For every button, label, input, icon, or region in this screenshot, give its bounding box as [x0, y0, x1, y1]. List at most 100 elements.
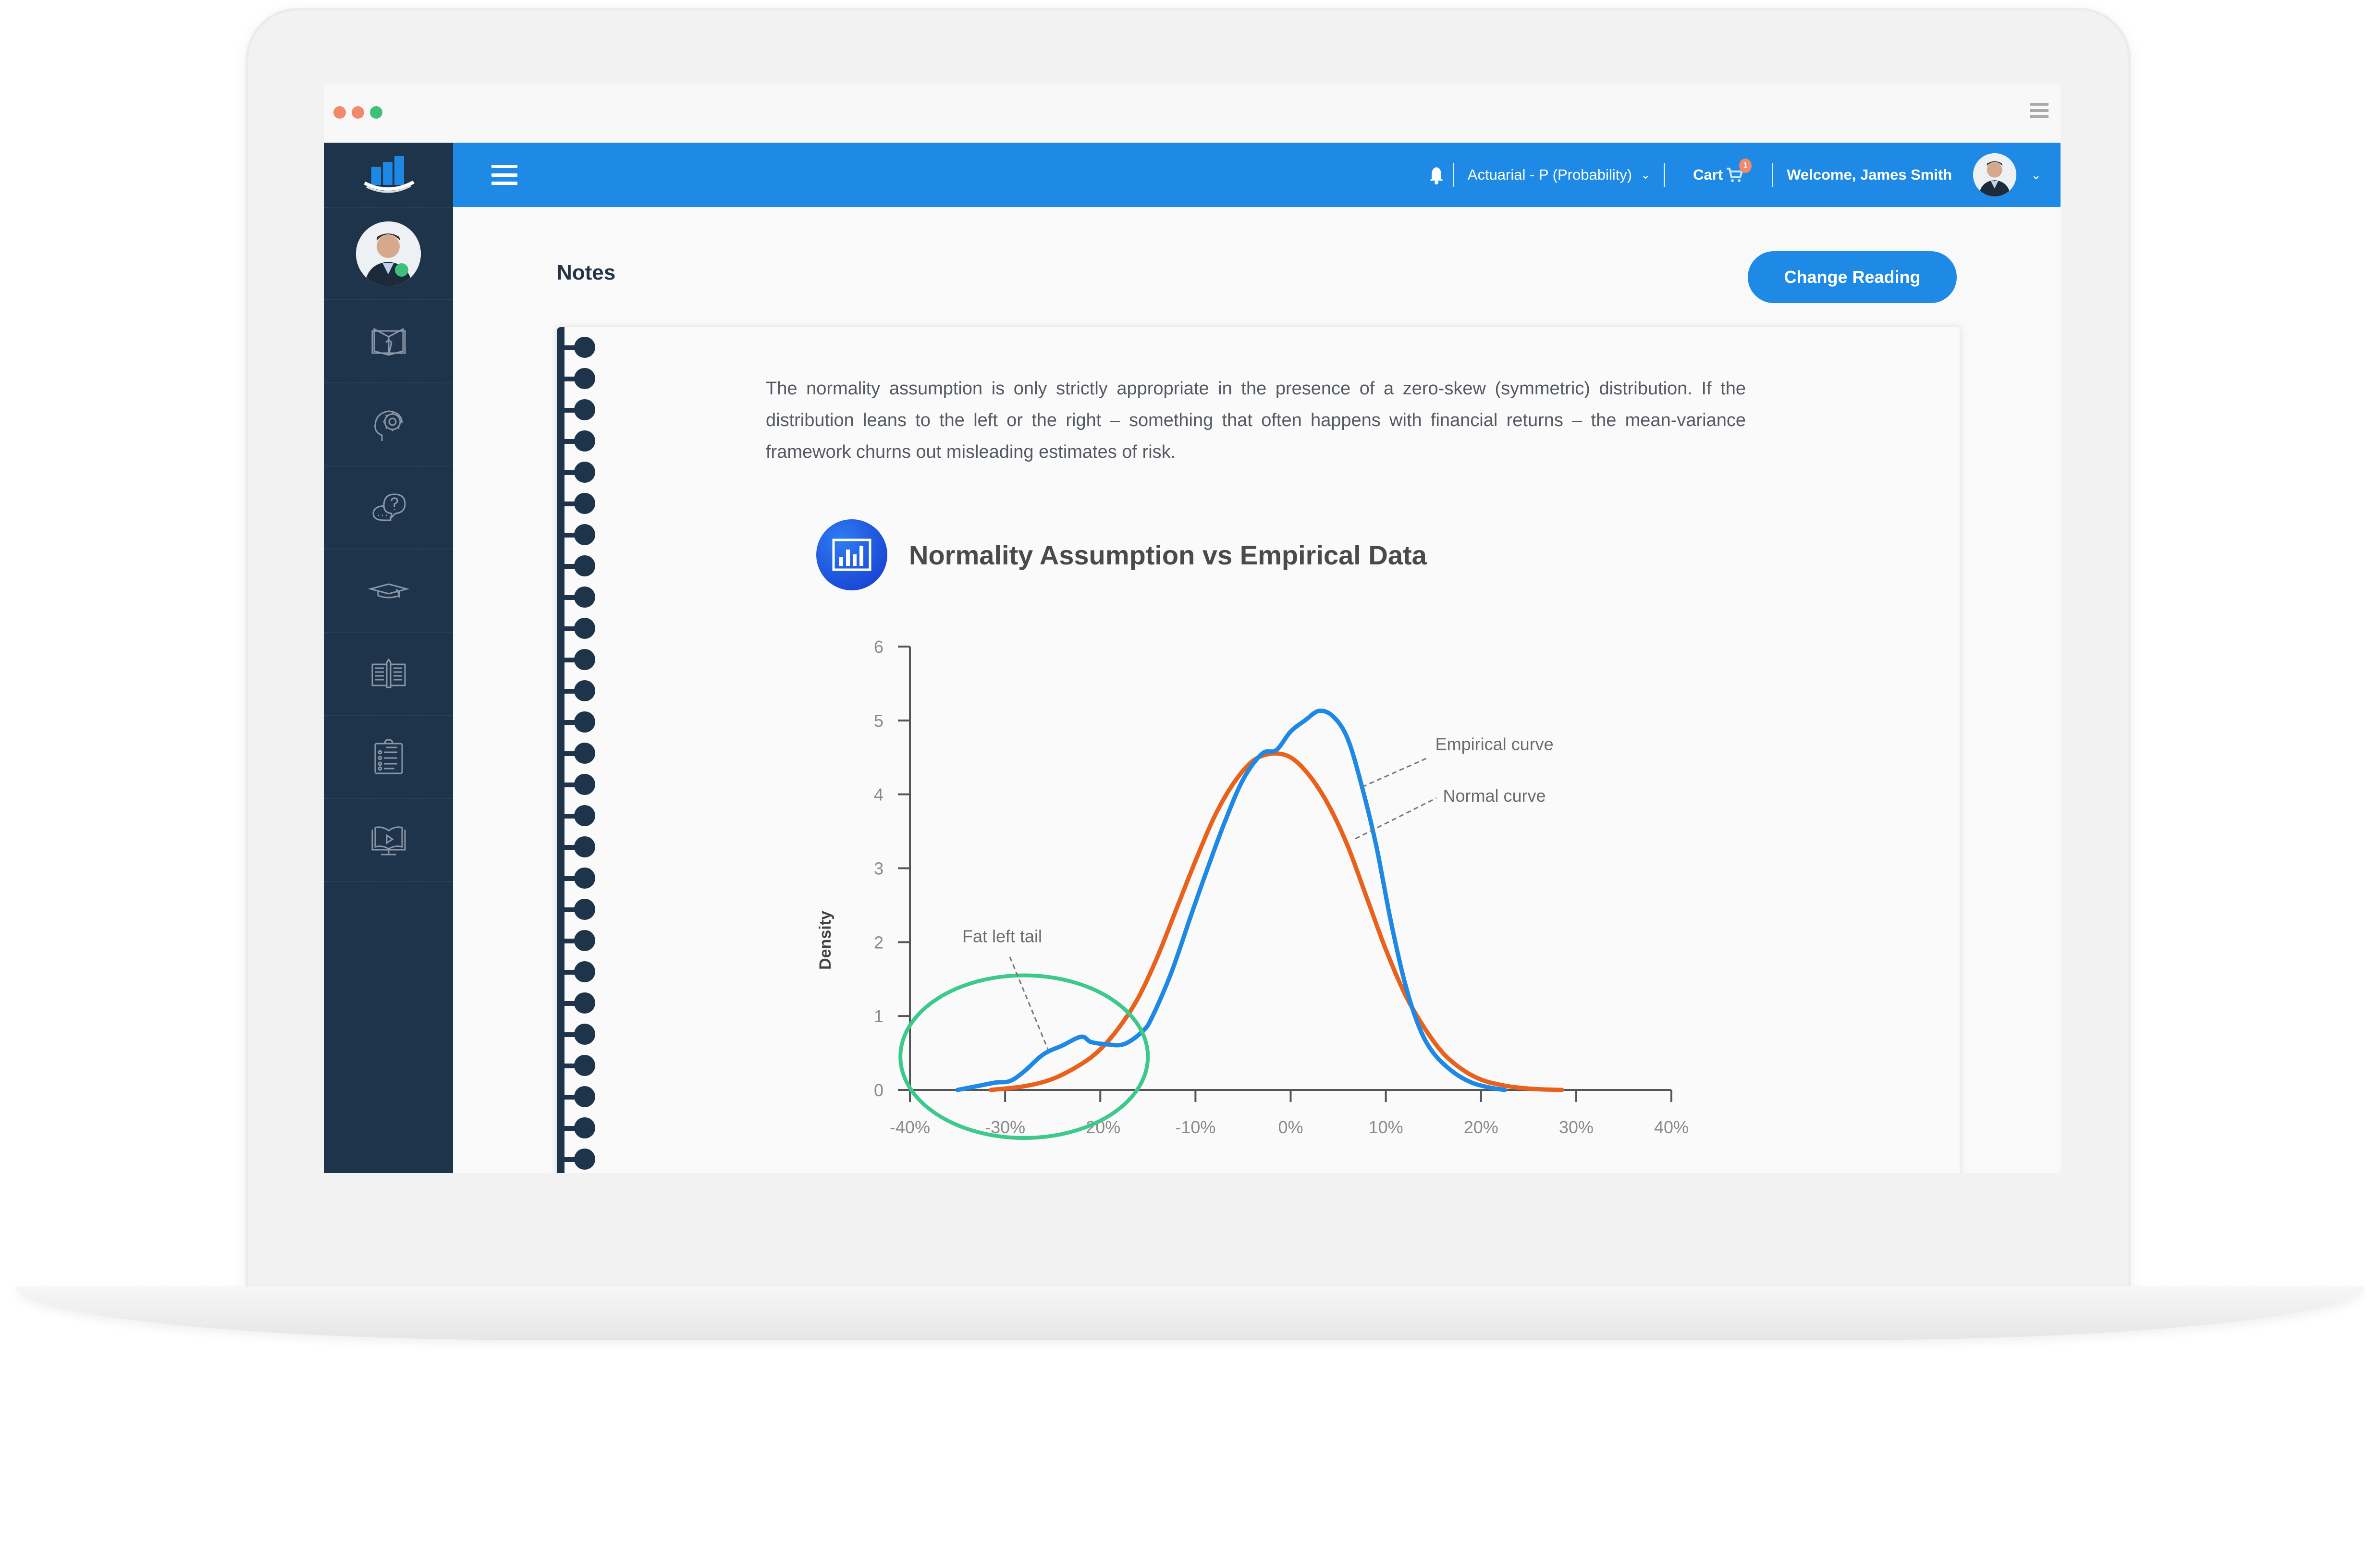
spiral-ring [574, 493, 595, 514]
open-book-icon [371, 328, 405, 356]
cart-count-badge: 1 [1739, 159, 1752, 173]
sidebar-profile[interactable] [324, 208, 453, 300]
window-dot-maximize[interactable] [370, 106, 382, 119]
cart-button[interactable]: Cart 1 [1679, 159, 1758, 183]
x-tick-label: 30% [1559, 1117, 1594, 1137]
fat-tail-highlight-ellipse [898, 973, 1150, 1140]
empirical-curve-line [955, 709, 1507, 1092]
notes-paragraph: The normality assumption is only strictl… [766, 379, 1746, 462]
fat-left-tail-annotation-label: Fat left tail [962, 926, 1042, 946]
spiral-ring [574, 618, 595, 639]
y-tick-label: 5 [874, 711, 883, 731]
spiral-ring [574, 868, 595, 889]
spiral-ring [574, 743, 595, 764]
laptop-base [15, 1286, 2365, 1340]
divider [1772, 163, 1774, 187]
online-status-dot [395, 263, 408, 277]
spiral-ring [574, 368, 595, 389]
spiral-ring [574, 524, 595, 545]
notebook-spiral [557, 327, 600, 1173]
spiral-ring [574, 899, 595, 920]
user-menu-chevron-icon[interactable]: ⌄ [2031, 168, 2041, 183]
user-photo-icon [356, 221, 421, 286]
y-tick-label: 4 [874, 785, 883, 805]
y-axis-label: Density [816, 911, 834, 970]
spiral-ring [574, 711, 595, 733]
sidebar [324, 143, 453, 1173]
chart-header: Normality Assumption vs Empirical Data [816, 519, 1427, 590]
x-tick-label: 10% [1369, 1117, 1403, 1137]
divider [1452, 163, 1454, 187]
spiral-ring [574, 587, 595, 608]
sidebar-item-video-lessons[interactable] [324, 799, 453, 882]
spiral-ring [574, 992, 595, 1014]
sidebar-toggle-button[interactable] [491, 165, 517, 185]
chevron-down-icon: ⌄ [1641, 168, 1651, 182]
clipboard-checklist-icon [374, 738, 403, 774]
main-content: Notes Change Reading The normality assum… [453, 207, 2061, 1173]
video-book-icon [371, 826, 405, 855]
spiral-ring [574, 836, 595, 857]
spiral-ring [574, 430, 595, 452]
bell-icon[interactable] [1429, 165, 1444, 184]
sidebar-item-tests[interactable] [324, 716, 453, 799]
x-tick-label: 20% [1464, 1117, 1498, 1137]
spiral-ring [574, 805, 595, 826]
user-avatar[interactable] [1973, 153, 2017, 196]
y-tick-label: 0 [874, 1080, 883, 1100]
spiral-ring [574, 930, 595, 951]
chart-badge [816, 519, 887, 590]
spiral-ring [574, 774, 595, 795]
sidebar-item-notes[interactable] [324, 633, 453, 716]
x-tick-label: -10% [1175, 1117, 1215, 1137]
sidebar-item-qa[interactable] [324, 466, 453, 550]
top-navbar: Actuarial - P (Probability) ⌄ Cart 1 Wel… [453, 143, 2061, 207]
change-reading-button[interactable]: Change Reading [1748, 251, 1957, 303]
bar-chart-icon [832, 538, 871, 571]
density-chart: 0123456-40% -30% -20% -10% 0% 10% 20% 30% 40%Den… [816, 637, 1689, 1140]
y-tick-label: 3 [874, 859, 883, 879]
normal-curve-annotation-label: Normal curve [1443, 786, 1546, 806]
spiral-ring [574, 1117, 595, 1138]
sidebar-item-reading[interactable] [324, 300, 453, 383]
y-tick-label: 1 [874, 1006, 883, 1026]
window-menu-icon[interactable] [2030, 103, 2049, 118]
notebook-card: The normality assumption is only strictl… [557, 327, 1960, 1173]
y-tick-label: 2 [874, 932, 883, 952]
spiral-ring [574, 1149, 595, 1170]
book-pencil-icon [371, 658, 405, 688]
sidebar-item-concepts[interactable] [324, 383, 453, 466]
page-title: Notes [557, 261, 616, 284]
divider [1664, 163, 1666, 187]
sidebar-item-courses[interactable] [324, 550, 453, 633]
x-tick-label: -40% [890, 1117, 930, 1137]
spiral-ring [574, 399, 595, 420]
app-window: Actuarial - P (Probability) ⌄ Cart 1 Wel… [324, 85, 2061, 1173]
course-selector-dropdown[interactable]: Actuarial - P (Probability) ⌄ [1468, 166, 1650, 183]
empirical-curve-annotation-label: Empirical curve [1435, 734, 1554, 754]
spiral-ring [574, 337, 595, 358]
spiral-ring [574, 1024, 595, 1045]
graduation-cap-icon [367, 583, 410, 598]
spiral-spine [557, 327, 564, 1173]
window-dot-minimize[interactable] [352, 106, 364, 119]
logo[interactable] [324, 143, 453, 208]
empirical-curve-annotation-leader-line [1362, 757, 1429, 788]
x-tick-label: 40% [1654, 1117, 1689, 1137]
course-selector-label: Actuarial - P (Probability) [1467, 166, 1632, 183]
head-gear-icon [374, 410, 403, 441]
question-chat-icon [372, 493, 406, 521]
chart-title: Normality Assumption vs Empirical Data [909, 539, 1427, 570]
user-photo-icon [1973, 153, 2017, 196]
welcome-text: Welcome, James Smith [1787, 166, 1952, 183]
avatar[interactable] [356, 221, 421, 286]
bar-chart-logo-icon [363, 156, 415, 193]
window-controls [333, 106, 382, 119]
spiral-ring [574, 961, 595, 982]
spiral-ring [574, 1086, 595, 1107]
window-titlebar [324, 85, 2061, 143]
window-dot-close[interactable] [333, 106, 346, 119]
spiral-ring [574, 680, 595, 701]
spiral-ring [574, 649, 595, 670]
x-tick-label: 0% [1278, 1117, 1303, 1137]
